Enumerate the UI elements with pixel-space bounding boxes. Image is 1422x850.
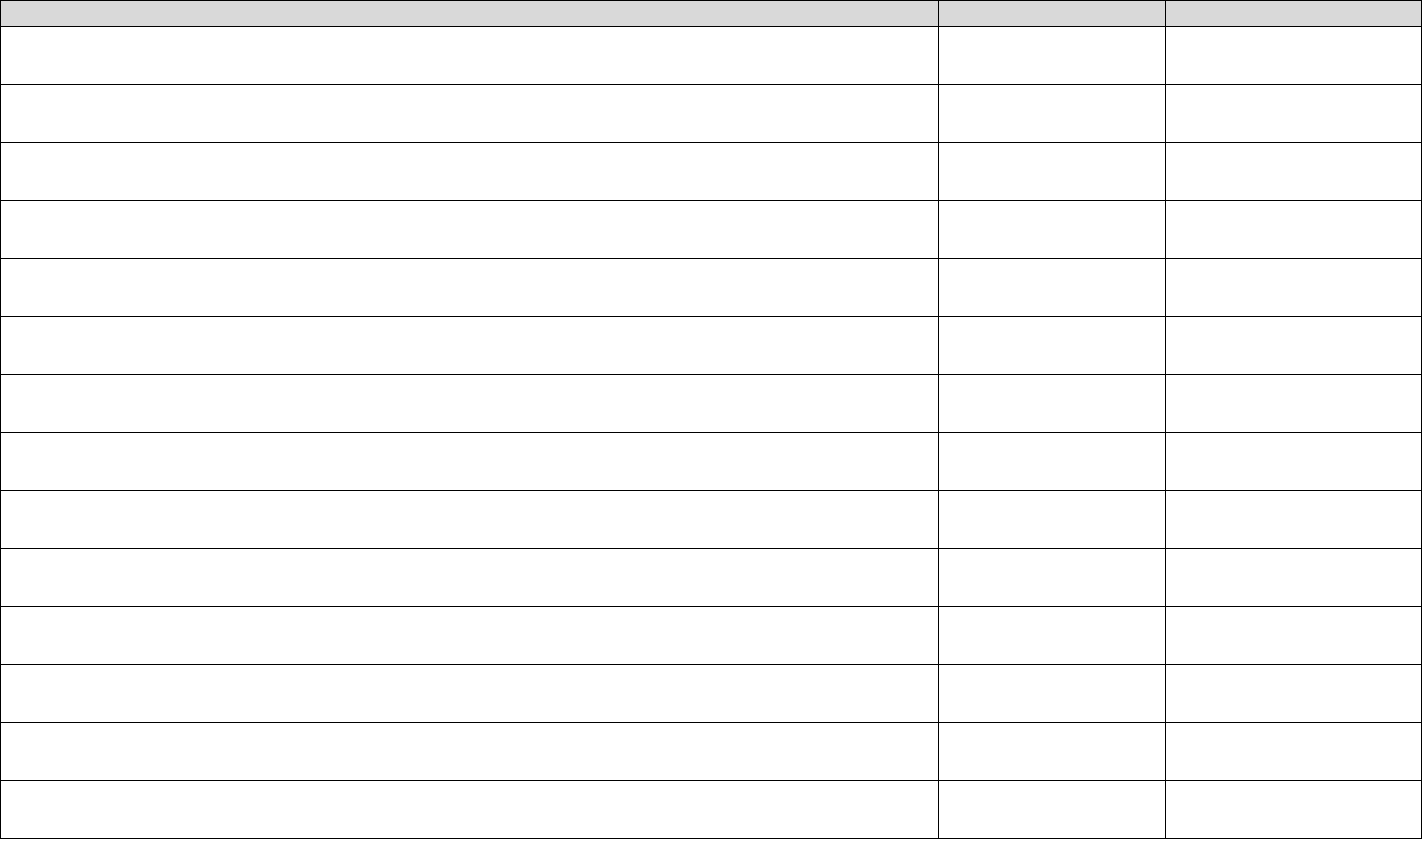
table-row bbox=[1, 375, 1422, 433]
table-cell bbox=[1166, 433, 1422, 491]
table-cell bbox=[938, 27, 1165, 85]
table-cell bbox=[1166, 491, 1422, 549]
table-cell bbox=[938, 665, 1165, 723]
table-cell bbox=[938, 607, 1165, 665]
table-cell bbox=[1, 491, 939, 549]
table-cell bbox=[938, 549, 1165, 607]
table-cell bbox=[1166, 259, 1422, 317]
table-cell bbox=[1166, 375, 1422, 433]
data-table bbox=[0, 0, 1422, 839]
table-cell bbox=[1166, 85, 1422, 143]
table-cell bbox=[938, 85, 1165, 143]
table-row bbox=[1, 317, 1422, 375]
table-cell bbox=[1166, 549, 1422, 607]
table-cell bbox=[1, 607, 939, 665]
table-cell bbox=[1, 85, 939, 143]
table-row bbox=[1, 665, 1422, 723]
table-header-row bbox=[1, 1, 1422, 27]
table-cell bbox=[1166, 723, 1422, 781]
table-row bbox=[1, 201, 1422, 259]
table-cell bbox=[938, 375, 1165, 433]
table-cell bbox=[938, 143, 1165, 201]
table-cell bbox=[938, 317, 1165, 375]
table-row bbox=[1, 781, 1422, 839]
table-header-2 bbox=[938, 1, 1165, 27]
table-cell bbox=[938, 781, 1165, 839]
table-cell bbox=[1166, 201, 1422, 259]
table-row bbox=[1, 549, 1422, 607]
table-cell bbox=[1, 27, 939, 85]
table-row bbox=[1, 723, 1422, 781]
table-row bbox=[1, 607, 1422, 665]
table-cell bbox=[1, 143, 939, 201]
table-cell bbox=[1166, 143, 1422, 201]
table-cell bbox=[1166, 317, 1422, 375]
table-cell bbox=[1, 375, 939, 433]
table-row bbox=[1, 27, 1422, 85]
table-cell bbox=[938, 723, 1165, 781]
table-cell bbox=[1, 433, 939, 491]
table-cell bbox=[1166, 607, 1422, 665]
table-cell bbox=[1, 723, 939, 781]
table-cell bbox=[938, 491, 1165, 549]
table-cell bbox=[938, 433, 1165, 491]
table-row bbox=[1, 259, 1422, 317]
table-cell bbox=[1, 201, 939, 259]
table-header-1 bbox=[1, 1, 939, 27]
table-row bbox=[1, 85, 1422, 143]
table-container bbox=[0, 0, 1422, 839]
table-cell bbox=[938, 201, 1165, 259]
table-cell bbox=[938, 259, 1165, 317]
table-cell bbox=[1, 259, 939, 317]
table-cell bbox=[1, 317, 939, 375]
table-cell bbox=[1166, 665, 1422, 723]
table-header-3 bbox=[1166, 1, 1422, 27]
table-row bbox=[1, 143, 1422, 201]
table-cell bbox=[1, 665, 939, 723]
table-cell bbox=[1, 781, 939, 839]
table-cell bbox=[1, 549, 939, 607]
table-cell bbox=[1166, 27, 1422, 85]
table-row bbox=[1, 491, 1422, 549]
table-row bbox=[1, 433, 1422, 491]
table-cell bbox=[1166, 781, 1422, 839]
